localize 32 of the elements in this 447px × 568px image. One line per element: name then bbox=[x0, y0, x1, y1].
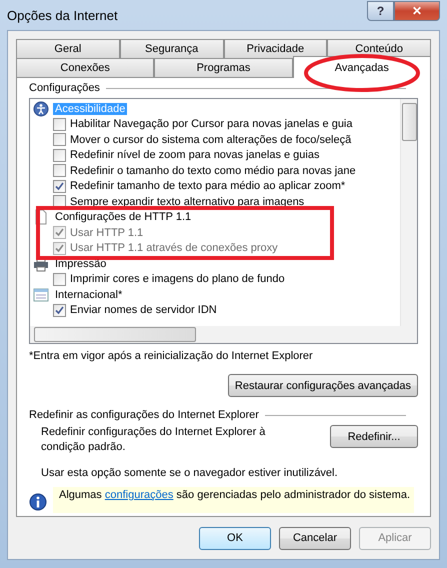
tab[interactable]: Programas bbox=[154, 58, 293, 77]
option-label: Enviar nomes de servidor IDN bbox=[70, 304, 217, 316]
warning-text: Usar esta opção somente se o navegador estiver inutilizável. bbox=[40, 467, 339, 479]
restore-button[interactable]: Restaurar configurações avançadas bbox=[228, 374, 418, 397]
info-message: Algumas configurações são gerenciadas pelo administrador do sistema. bbox=[58, 489, 410, 501]
help-button[interactable]: ? bbox=[367, 1, 394, 21]
group-title: Redefinir as configurações do Internet Explorer bbox=[29, 409, 259, 421]
option-label: Redefinir nível de zoom para novas janelas e guias bbox=[70, 149, 320, 162]
footnote: *Entra em vigor após a reinicialização do Internet Explorer bbox=[29, 350, 314, 362]
category-item[interactable]: Internacional* bbox=[53, 288, 124, 301]
reset-button[interactable]: Redefinir... bbox=[330, 425, 418, 448]
category-item[interactable]: Configurações de HTTP 1.1 bbox=[53, 211, 194, 224]
settings-link[interactable]: configurações bbox=[104, 489, 174, 501]
dialog-button[interactable]: OK bbox=[199, 526, 271, 550]
tab[interactable]: Geral bbox=[16, 39, 120, 58]
tab[interactable]: Segurança bbox=[120, 39, 224, 58]
close-button[interactable]: ✕ bbox=[394, 1, 440, 21]
option-label: Redefinir o tamanho do texto como médio para novas jane bbox=[70, 164, 356, 177]
reset-description: Redefinir configurações do Internet Explorer à condição padrão. bbox=[41, 425, 266, 455]
option-label: Sempre expandir texto alternativo para imagens bbox=[70, 196, 304, 208]
window-title: Opções da Internet bbox=[7, 8, 119, 22]
tab[interactable]: Privacidade bbox=[224, 39, 328, 58]
option-label: Imprimir cores e imagens do plano de fundo bbox=[70, 273, 285, 286]
option-label: Habilitar Navegação por Cursor para novas janelas e guia bbox=[70, 118, 352, 130]
option-label: Redefinir tamanho de texto para médio ao aplicar zoom* bbox=[70, 180, 346, 192]
group-title: Configurações bbox=[29, 82, 100, 94]
option-label: Usar HTTP 1.1 através de conexões proxy bbox=[70, 242, 278, 254]
category-item[interactable]: Impressão bbox=[53, 258, 108, 270]
tab[interactable]: Conexões bbox=[16, 58, 154, 77]
option-label: Mover o cursor do sistema com alterações de foco/seleçã bbox=[70, 134, 352, 146]
option-label: Usar HTTP 1.1 bbox=[70, 226, 144, 239]
dialog-button[interactable]: Cancelar bbox=[279, 526, 351, 550]
